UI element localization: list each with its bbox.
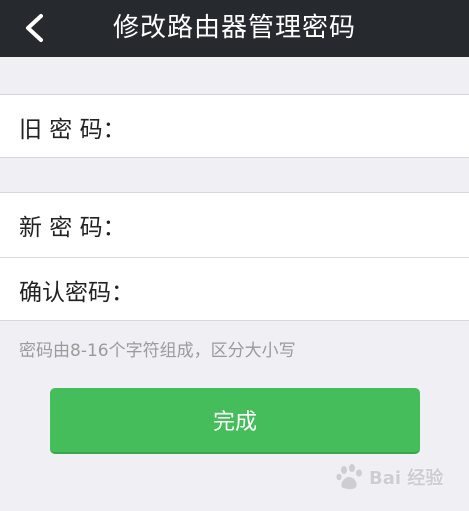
- confirm-password-input[interactable]: [139, 258, 469, 321]
- baidu-jingyan-watermark: Bai 经验: [335, 455, 455, 499]
- old-password-label: 旧 密 码：: [19, 117, 126, 143]
- old-password-row: 旧 密 码：: [0, 95, 469, 159]
- old-password-group: 旧 密 码：: [0, 94, 469, 159]
- navigation-bar: 修改路由器管理密码: [0, 0, 469, 57]
- page-title: 修改路由器管理密码: [112, 13, 356, 43]
- new-password-label: 新 密 码：: [19, 215, 126, 241]
- paw-logo-icon: [336, 464, 362, 490]
- confirm-password-row: 确认密码：: [0, 257, 469, 321]
- new-password-group: 新 密 码： 确认密码：: [0, 192, 469, 321]
- password-hint: 密码由8-16个字符组成，区分大小写: [19, 341, 296, 361]
- new-password-input[interactable]: [139, 193, 469, 257]
- new-password-row: 新 密 码：: [0, 193, 469, 257]
- watermark-text: Bai 经验: [369, 468, 444, 489]
- old-password-input[interactable]: [139, 95, 469, 159]
- screen: 修改路由器管理密码 旧 密 码： 新 密 码： 确认密码： 密码由8-16个字符…: [0, 0, 469, 511]
- confirm-password-label: 确认密码：: [19, 279, 134, 306]
- done-button[interactable]: 完成: [50, 388, 420, 454]
